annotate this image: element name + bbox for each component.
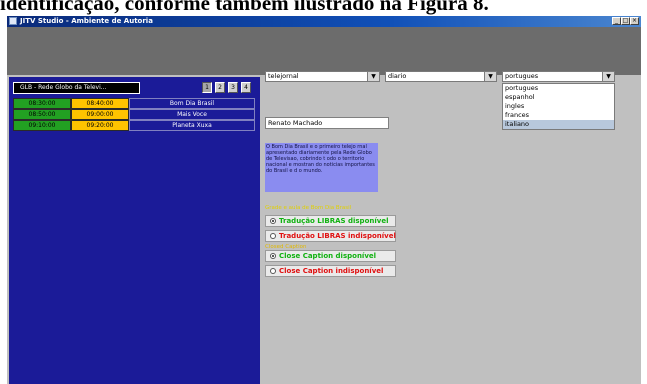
schedule-row[interactable]: 09:10:00 09:20:00 Planeta Xuxa [13, 120, 255, 131]
dropdown-option[interactable]: portugues [503, 84, 614, 93]
radio-button[interactable] [270, 233, 276, 239]
schedule-row[interactable]: 08:50:00 09:00:00 Mais Voce [13, 109, 255, 120]
program-name[interactable]: Mais Voce [129, 109, 255, 120]
page-button-1[interactable]: 1 [202, 82, 212, 93]
program-name[interactable]: Bom Dia Brasil [129, 98, 255, 109]
schedule-panel: GLB - Rede Globo da Televi... 1 2 3 4 08… [9, 77, 260, 384]
radio-button[interactable] [270, 218, 276, 224]
dropdown-option-highlighted[interactable]: italiano [503, 120, 614, 129]
dropdown-option[interactable]: espanhol [503, 93, 614, 102]
minimize-button[interactable]: _ [612, 17, 621, 25]
radio-button[interactable] [270, 253, 276, 259]
schedule-grid: 08:30:00 08:40:00 Bom Dia Brasil 08:50:0… [13, 98, 255, 131]
synopsis-text: O Bom Dia Brasil e o primeiro telejo rna… [265, 143, 378, 192]
option-label: Tradução LIBRAS indisponível [279, 232, 396, 240]
option-label: Close Caption indisponível [279, 267, 384, 275]
banner-area [7, 27, 641, 75]
section-label: Grade e aula de Bom Dia Brasil [265, 205, 352, 211]
chevron-down-icon[interactable]: ▼ [367, 72, 379, 81]
cc-unavailable-option[interactable]: Close Caption indisponível [265, 265, 396, 277]
page-button-3[interactable]: 3 [228, 82, 238, 93]
start-time: 09:10:00 [13, 120, 71, 131]
dropdown-option[interactable]: ingles [503, 102, 614, 111]
dropdown-option[interactable]: frances [503, 111, 614, 120]
program-name[interactable]: Planeta Xuxa [129, 120, 255, 131]
start-time: 08:50:00 [13, 109, 71, 120]
chevron-down-icon[interactable]: ▼ [484, 72, 496, 81]
genre-combo[interactable]: telejornal ▼ [265, 71, 380, 82]
start-time: 08:30:00 [13, 98, 71, 109]
author-field[interactable]: Renato Machado [265, 117, 389, 129]
libras-available-option[interactable]: Tradução LIBRAS disponível [265, 215, 396, 227]
maximize-button[interactable]: □ [621, 17, 630, 25]
close-button[interactable]: × [630, 17, 639, 25]
option-label: Tradução LIBRAS disponível [279, 217, 389, 225]
language-dropdown-list: portugues espanhol ingles frances italia… [502, 83, 615, 130]
libras-unavailable-option[interactable]: Tradução LIBRAS indisponível [265, 230, 396, 242]
heading-text: identificação, conforme também ilustrado… [0, 0, 489, 15]
end-time: 09:00:00 [71, 109, 129, 120]
frequency-value: diario [388, 72, 407, 80]
window-title: JITV Studio - Ambiente de Autoria [20, 17, 153, 25]
page-button-4[interactable]: 4 [241, 82, 251, 93]
end-time: 09:20:00 [71, 120, 129, 131]
option-label: Close Caption disponível [279, 252, 377, 260]
page-button-2[interactable]: 2 [215, 82, 225, 93]
frequency-combo[interactable]: diario ▼ [385, 71, 497, 82]
language-value: portugues [505, 72, 539, 80]
genre-value: telejornal [268, 72, 299, 80]
language-combo[interactable]: portugues ▼ [502, 71, 615, 82]
document-heading: identificação, conforme também ilustrado… [0, 0, 647, 16]
cc-available-option[interactable]: Close Caption disponível [265, 250, 396, 262]
title-bar: JITV Studio - Ambiente de Autoria _ □ × [7, 16, 641, 27]
chevron-down-icon[interactable]: ▼ [602, 72, 614, 81]
radio-button[interactable] [270, 268, 276, 274]
channel-selector[interactable]: GLB - Rede Globo da Televi... [13, 82, 140, 94]
schedule-row[interactable]: 08:30:00 08:40:00 Bom Dia Brasil [13, 98, 255, 109]
end-time: 08:40:00 [71, 98, 129, 109]
app-icon [9, 17, 17, 25]
